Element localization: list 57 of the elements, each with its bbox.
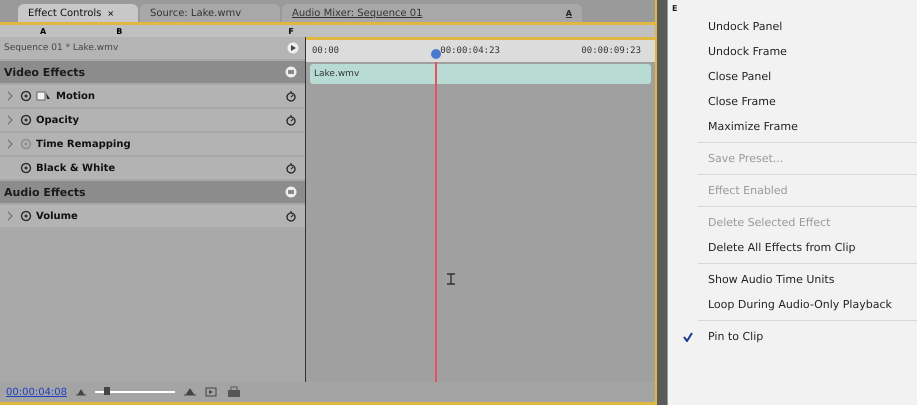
fx-toggle-icon[interactable]: [20, 114, 32, 126]
effect-row[interactable]: Black & White: [0, 157, 305, 179]
toggle-icon[interactable]: [285, 66, 297, 78]
menu-item[interactable]: Delete All Effects from Clip: [668, 235, 917, 260]
ruler-label: 00:00: [312, 46, 340, 56]
effect-row[interactable]: Time Remapping: [0, 133, 305, 155]
ruler-label: 00:00:04:23: [440, 46, 500, 56]
twirl-icon[interactable]: [7, 115, 13, 125]
menu-item[interactable]: Undock Panel: [668, 14, 917, 39]
effect-name: Motion: [56, 90, 96, 102]
fx-toggle-icon[interactable]: [20, 90, 32, 102]
fx-toggle-icon[interactable]: [20, 162, 32, 174]
play-icon[interactable]: [287, 42, 299, 54]
panel-tab[interactable]: Source: Lake.wmv: [140, 4, 280, 22]
panel-tab[interactable]: Audio Mixer: Sequence 01 A: [282, 4, 582, 22]
menu-item[interactable]: Undock Frame: [668, 39, 917, 64]
zoom-out-icon[interactable]: [75, 387, 88, 397]
menu-item[interactable]: Show Audio Time Units: [668, 267, 917, 292]
annotation-label: B: [116, 26, 122, 36]
twirl-icon[interactable]: [7, 211, 13, 221]
stopwatch-icon[interactable]: [285, 162, 297, 174]
stopwatch-icon[interactable]: [285, 90, 297, 102]
slider-thumb[interactable]: [104, 387, 110, 395]
stopwatch-icon[interactable]: [285, 114, 297, 126]
stopwatch-icon[interactable]: [285, 210, 297, 222]
annotation-label: A: [40, 26, 46, 36]
effect-name: Opacity: [36, 114, 80, 126]
fx-toggle-icon[interactable]: [20, 210, 32, 222]
effect-name: Time Remapping: [36, 138, 132, 150]
transform-icon[interactable]: [36, 90, 52, 102]
effect-name: Volume: [36, 210, 79, 222]
export-icon[interactable]: [227, 386, 242, 398]
annotation-label: E: [671, 3, 678, 14]
section-header[interactable]: Audio Effects: [0, 181, 305, 203]
effect-row[interactable]: Motion: [0, 85, 305, 107]
effect-row[interactable]: Volume: [0, 205, 305, 227]
ruler-label: 00:00:09:23: [581, 46, 641, 56]
menu-item[interactable]: Pin to Clip: [668, 324, 917, 349]
clip-bar[interactable]: Lake.wmv: [310, 64, 651, 84]
zoom-in-icon[interactable]: [183, 387, 198, 397]
menu-item[interactable]: Loop During Audio-Only Playback: [668, 292, 917, 317]
section-header[interactable]: Video Effects: [0, 61, 305, 83]
annotation-label: F: [288, 26, 294, 36]
effect-name: Black & White: [36, 162, 116, 174]
effect-row[interactable]: Opacity: [0, 109, 305, 131]
twirl-icon[interactable]: [7, 139, 13, 149]
step-icon[interactable]: [205, 386, 220, 398]
clip-name: Sequence 01 * Lake.wmv: [4, 43, 118, 53]
panel-tab[interactable]: Effect Controls ×: [18, 4, 138, 22]
twirl-icon[interactable]: [7, 91, 13, 101]
text-cursor-icon: [446, 273, 456, 285]
check-icon: [683, 332, 693, 342]
menu-item[interactable]: Close Frame: [668, 89, 917, 114]
menu-item[interactable]: Close Panel: [668, 64, 917, 89]
toggle-icon[interactable]: [285, 186, 297, 198]
menu-item[interactable]: Maximize Frame: [668, 114, 917, 139]
time-ruler[interactable]: 00:00 00:00:04:23 00:00:09:23: [306, 37, 655, 62]
